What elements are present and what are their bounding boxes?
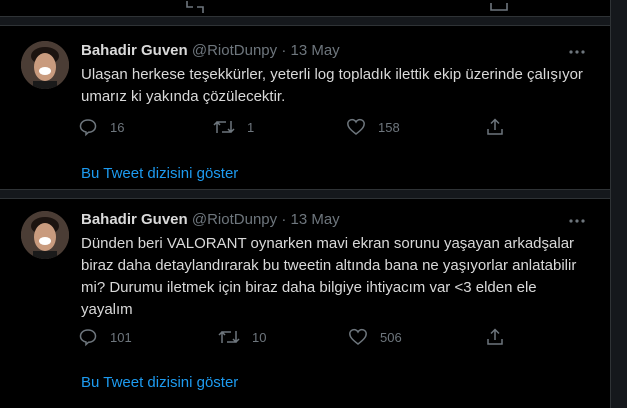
tweet-date[interactable]: 13 May bbox=[290, 211, 339, 228]
tweet-header: Bahadir Guven @RiotDunpy · 13 May bbox=[81, 210, 340, 230]
retweet-icon bbox=[218, 330, 240, 344]
reply-button[interactable]: 16 bbox=[78, 117, 124, 137]
heart-icon bbox=[349, 328, 367, 345]
scrollbar-track[interactable] bbox=[614, 0, 627, 408]
tweet-actions: 16 1 158 bbox=[78, 117, 578, 137]
reply-button[interactable]: 101 bbox=[78, 327, 132, 347]
tweet-text-line: Dünden beri VALORANT oynarken mavi ekran… bbox=[81, 235, 575, 252]
avatar[interactable] bbox=[21, 41, 69, 89]
heart-icon bbox=[347, 118, 365, 135]
like-button[interactable]: 506 bbox=[348, 327, 402, 347]
reply-icon bbox=[79, 329, 97, 347]
retweet-count: 1 bbox=[247, 119, 255, 135]
like-count: 158 bbox=[378, 119, 400, 135]
author-handle[interactable]: @RiotDunpy bbox=[192, 211, 277, 228]
tweet-separator bbox=[0, 189, 610, 199]
header-separator: · bbox=[281, 42, 287, 59]
tweet-separator bbox=[0, 16, 610, 26]
share-button[interactable] bbox=[485, 117, 505, 137]
share-icon bbox=[487, 118, 503, 135]
tweet-text: Dünden beri VALORANT oynarken mavi ekran… bbox=[81, 233, 591, 321]
show-thread-link[interactable]: Bu Tweet dizisini göster bbox=[81, 164, 238, 184]
author-handle[interactable]: @RiotDunpy bbox=[192, 42, 277, 59]
like-count: 506 bbox=[380, 329, 402, 345]
timeline-column: Bahadir Guven @RiotDunpy · 13 May Ulaşan… bbox=[0, 0, 611, 408]
author-name[interactable]: Bahadir Guven bbox=[81, 42, 188, 59]
retweet-icon bbox=[213, 120, 235, 134]
tweet-text-line: umarız ki yakında çözülecektir. bbox=[81, 88, 286, 105]
header-separator: · bbox=[281, 211, 287, 228]
share-button[interactable] bbox=[485, 327, 505, 347]
tweet-text-line: mi? Durumu iletmek için biraz daha bilgi… bbox=[81, 279, 537, 296]
retweet-button[interactable]: 1 bbox=[213, 117, 254, 137]
more-options-icon[interactable] bbox=[567, 211, 587, 231]
tweet-text: Ulaşan herkese teşekkürler, yeterli log … bbox=[81, 64, 591, 108]
like-button[interactable]: 158 bbox=[346, 117, 400, 137]
reply-icon bbox=[79, 119, 97, 137]
retweet-button[interactable]: 10 bbox=[218, 327, 266, 347]
tweet-text-line: yayalım bbox=[81, 301, 133, 318]
retweet-count: 10 bbox=[252, 329, 267, 345]
tweet-1[interactable]: Bahadir Guven @RiotDunpy · 13 May Ulaşan… bbox=[0, 26, 610, 199]
avatar[interactable] bbox=[21, 211, 69, 259]
tweet-text-line: Ulaşan herkese teşekkürler, yeterli log … bbox=[81, 66, 583, 83]
tweet-text-line: biraz daha detaylandırarak bu tweetin al… bbox=[81, 257, 577, 274]
reply-count: 16 bbox=[110, 119, 125, 135]
author-name[interactable]: Bahadir Guven bbox=[81, 211, 188, 228]
more-options-icon[interactable] bbox=[567, 42, 587, 62]
tweet-actions: 101 10 506 bbox=[78, 327, 578, 347]
share-icon bbox=[487, 328, 503, 345]
tweet-header: Bahadir Guven @RiotDunpy · 13 May bbox=[81, 41, 340, 61]
reply-count: 101 bbox=[110, 329, 132, 345]
tweet-2[interactable]: Bahadir Guven @RiotDunpy · 13 May Dünden… bbox=[0, 199, 610, 408]
tweet-date[interactable]: 13 May bbox=[290, 42, 339, 59]
show-thread-link[interactable]: Bu Tweet dizisini göster bbox=[81, 373, 238, 393]
